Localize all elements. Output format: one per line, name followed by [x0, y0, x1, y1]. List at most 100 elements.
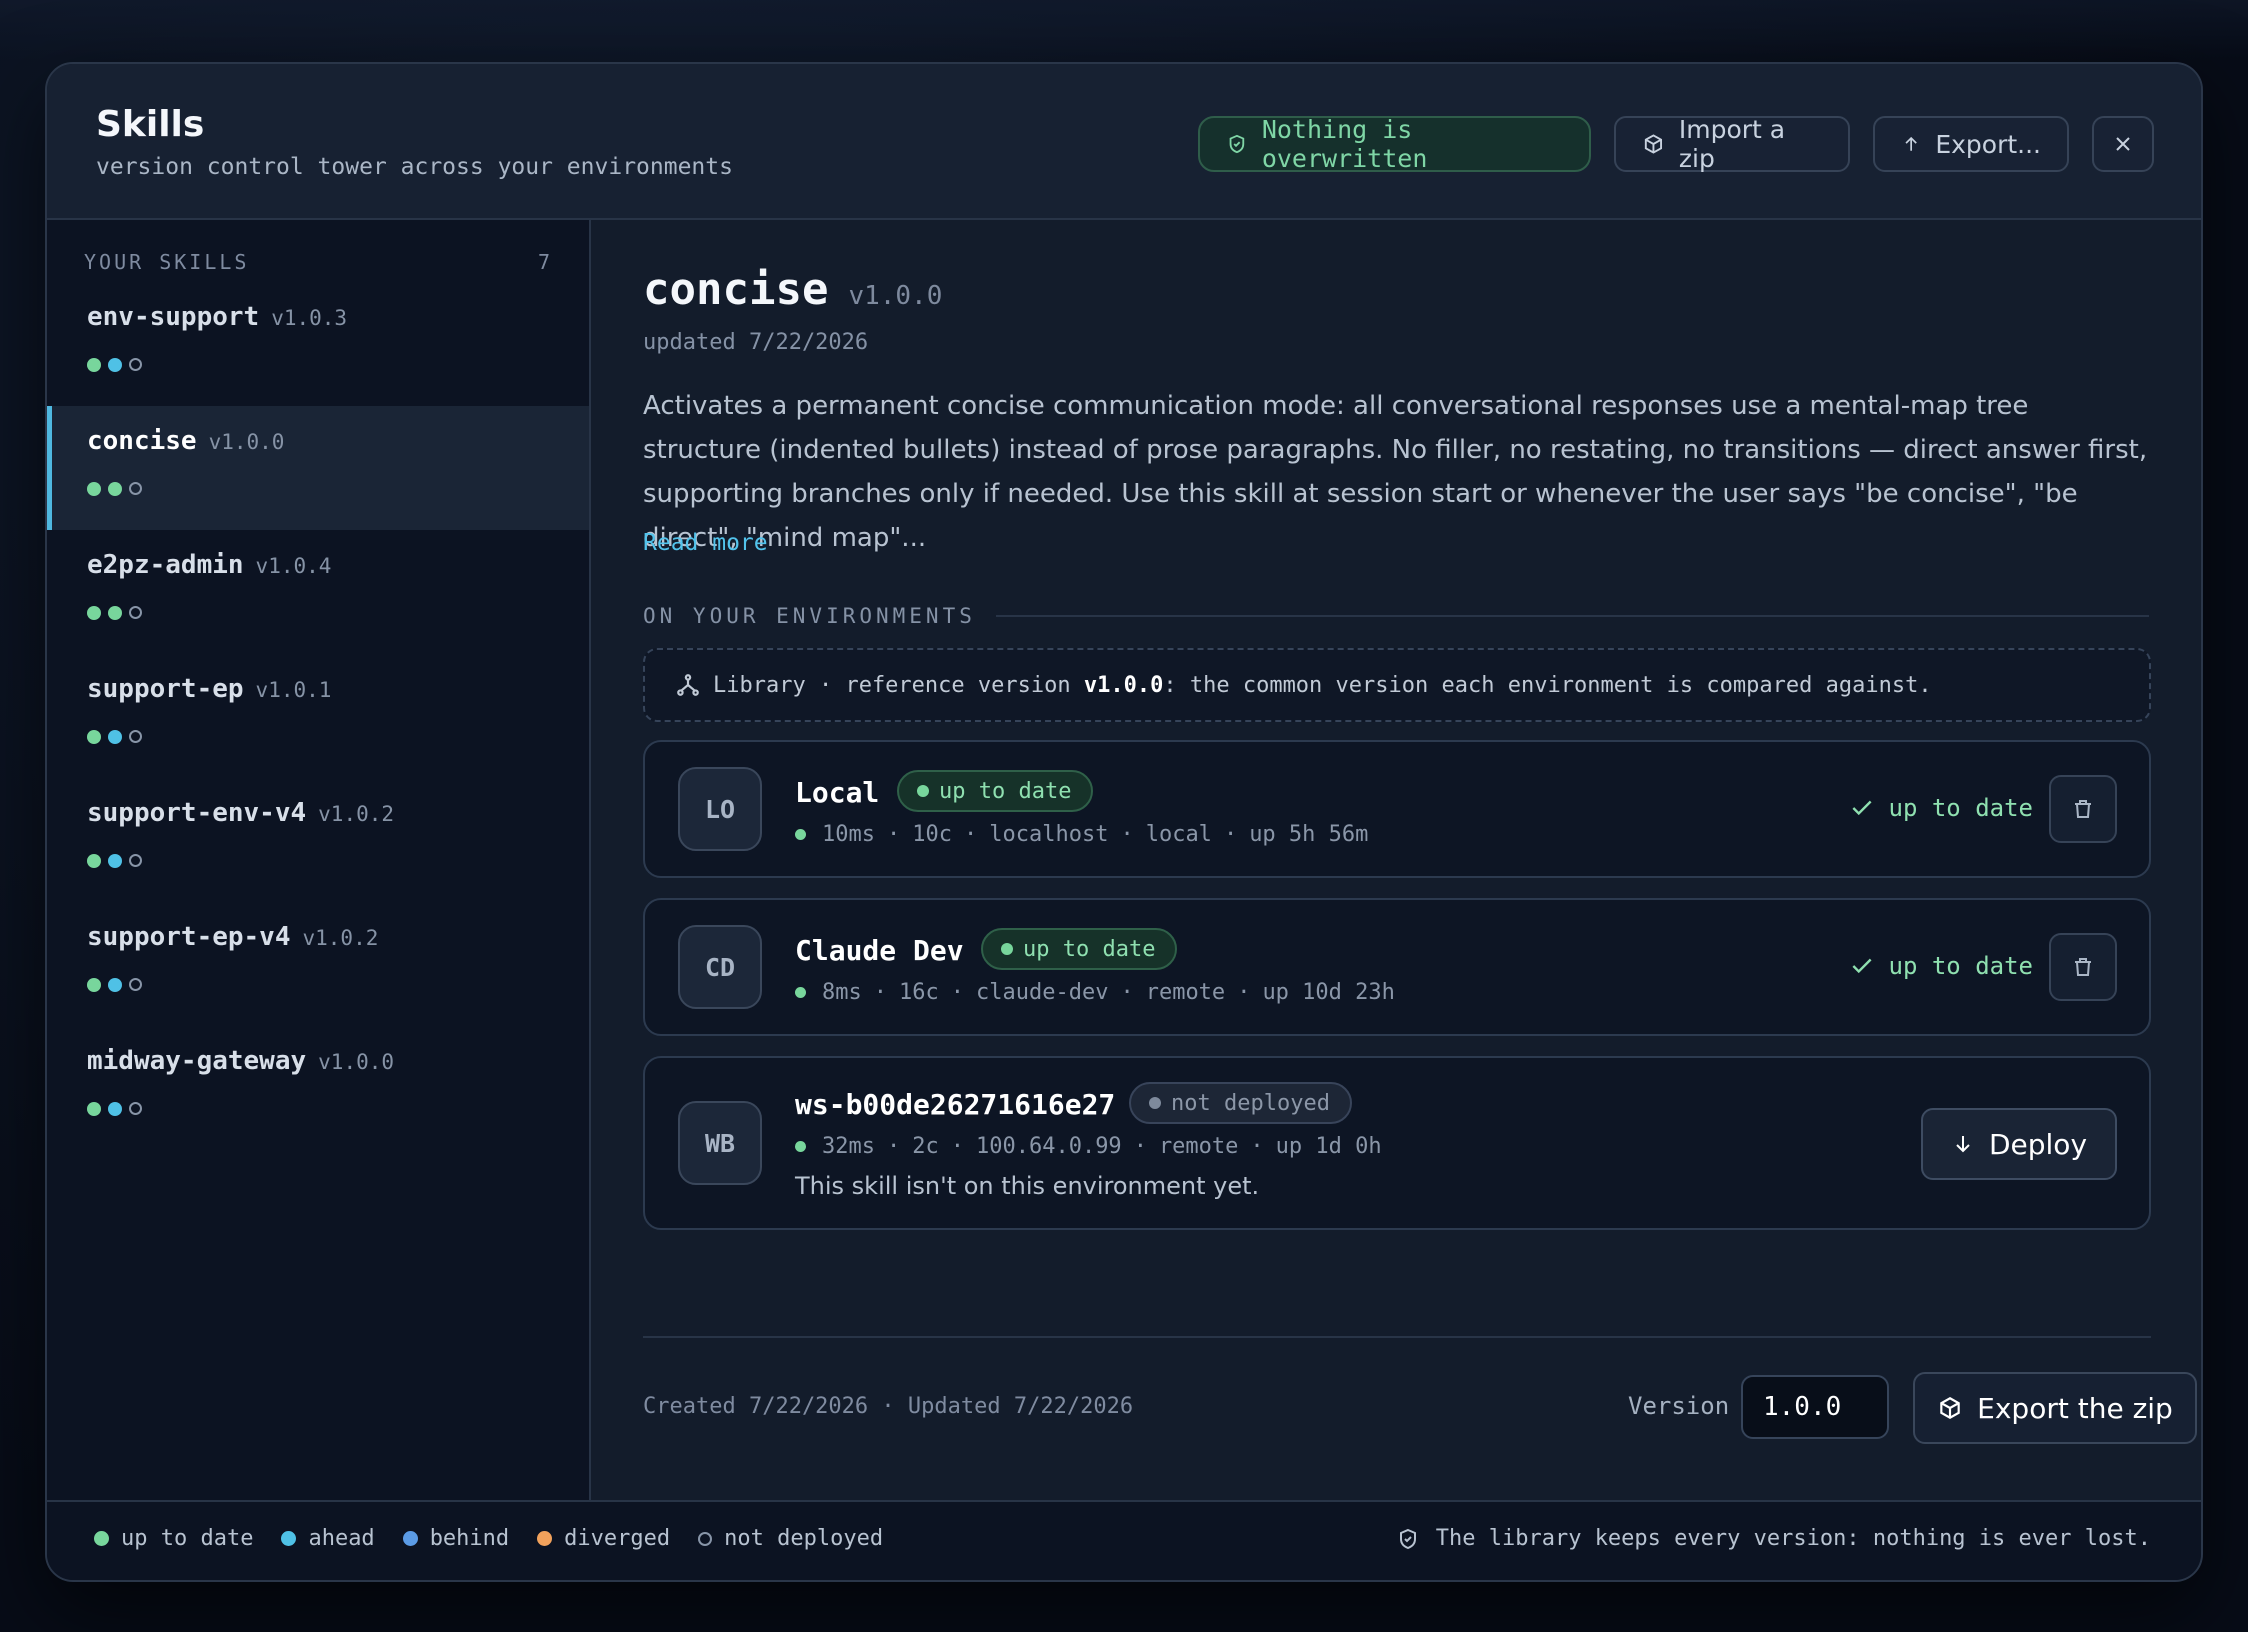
sidebar-item-e2pz-admin[interactable]: e2pz-admin v1.0.4 — [47, 530, 589, 654]
online-dot — [795, 829, 806, 840]
env-name: Local — [795, 776, 880, 809]
env-uptime: up 10d 23h — [1262, 980, 1395, 1005]
sidebar-item-env-support[interactable]: env-support v1.0.3 — [47, 282, 589, 406]
legend-label: up to date — [121, 1526, 254, 1551]
import-label: Import a zip — [1678, 115, 1786, 173]
environments-section-label: ON YOUR ENVIRONMENTS — [643, 604, 2149, 628]
status-dot — [1001, 943, 1013, 955]
skill-description: Activates a permanent concise communicat… — [643, 391, 2148, 553]
env-card-local: LO Local up to date 10ms · 10c · localhost… — [643, 740, 2151, 878]
env-meta: 32ms · 2c · 100.64.0.99 · remote · up 1d 0h — [795, 1134, 1382, 1159]
skill-version-text: v1.0.4 — [255, 554, 332, 578]
sidebar-item-support-ep[interactable]: support-ep v1.0.1 — [47, 654, 589, 778]
sync-status-label: up to date — [1888, 952, 2034, 980]
legend-dot — [94, 1531, 109, 1546]
modal-subtitle: version control tower across your enviro… — [96, 154, 733, 180]
skill-name-text: e2pz-admin — [87, 550, 244, 580]
background-app — [0, 0, 2248, 60]
detail-divider — [643, 1336, 2151, 1338]
sidebar-item-support-env-v4[interactable]: support-env-v4 v1.0.2 — [47, 778, 589, 902]
library-suffix: : the common version each environment is… — [1163, 672, 1932, 698]
env-host: claude-dev — [976, 980, 1109, 1005]
legend-item: diverged — [537, 1526, 670, 1551]
env-uptime: up 5h 56m — [1249, 822, 1369, 847]
section-label-text: ON YOUR ENVIRONMENTS — [643, 604, 976, 628]
status-dot — [108, 978, 122, 992]
legend-label: behind — [429, 1526, 510, 1551]
status-dot — [129, 978, 142, 991]
status-dot — [87, 978, 101, 992]
env-meta: 8ms · 16c · claude-dev · remote · up 10d 23h — [795, 980, 1395, 1005]
footer-note: The library keeps every version: nothing… — [1396, 1526, 2151, 1551]
env-uptime: up 1d 0h — [1275, 1134, 1382, 1159]
legend-item: up to date — [94, 1526, 253, 1551]
skill-item-name: e2pz-admin v1.0.4 — [87, 550, 331, 580]
status-dot — [87, 482, 101, 496]
deploy-label: Deploy — [1988, 1127, 2088, 1161]
library-version: v1.0.0 — [1083, 672, 1164, 698]
status-dot — [129, 1102, 142, 1115]
status-dot — [87, 854, 101, 868]
status-dot — [108, 482, 122, 496]
skill-name-text: concise — [87, 426, 197, 456]
deploy-button[interactable]: Deploy — [1921, 1108, 2117, 1180]
status-dot — [129, 358, 142, 371]
skill-name: concise — [643, 264, 829, 315]
env-message: This skill isn't on this environment yet… — [795, 1172, 1260, 1200]
env-sync-status: up to date — [1849, 794, 2033, 822]
sidebar-item-support-ep-v4[interactable]: support-ep-v4 v1.0.2 — [47, 902, 589, 1026]
env-status-pill: not deployed — [1129, 1082, 1352, 1124]
env-status-dots — [87, 854, 142, 868]
version-input[interactable]: 1.0.0 — [1741, 1375, 1889, 1439]
legend-dot — [698, 1531, 713, 1546]
env-name: ws-b00de26271616e27 — [795, 1088, 1116, 1121]
remove-from-env-button[interactable] — [2049, 933, 2117, 1001]
legend-dot — [537, 1531, 553, 1546]
export-button[interactable]: Export... — [1873, 116, 2069, 172]
env-status-dots — [87, 730, 142, 744]
modal-header: Skills version control tower across your… — [47, 64, 2201, 220]
online-dot — [795, 987, 806, 998]
env-latency: 8ms — [822, 980, 862, 1005]
status-dot — [87, 358, 101, 372]
legend-dot — [402, 1531, 418, 1546]
skill-version-text: v1.0.3 — [271, 306, 348, 330]
env-status-dots — [87, 482, 142, 496]
trash-icon — [2075, 958, 2091, 976]
env-status-pill: up to date — [981, 928, 1178, 970]
branch-icon — [677, 674, 699, 696]
read-more-link[interactable]: Read more — [643, 530, 768, 556]
skill-item-name: support-env-v4 v1.0.2 — [87, 798, 394, 828]
modal-footer: up to date ahead behind diverged not deploye… — [47, 1500, 2201, 1580]
status-legend: up to date ahead behind diverged not deploye… — [94, 1526, 883, 1551]
sidebar-item-concise[interactable]: concise v1.0.0 — [47, 406, 589, 530]
pill-label: up to date — [1023, 936, 1156, 962]
import-zip-button[interactable]: Import a zip — [1614, 115, 1850, 173]
status-dot — [129, 482, 142, 495]
skill-item-name: env-support v1.0.3 — [87, 302, 347, 332]
close-button[interactable] — [2092, 116, 2154, 172]
skill-version: v1.0.0 — [848, 281, 943, 311]
pill-label: up to date — [939, 778, 1072, 804]
skill-heading: concise v1.0.0 — [643, 264, 942, 315]
status-dot — [108, 1102, 122, 1116]
remove-from-env-button[interactable] — [2049, 775, 2117, 843]
env-card-claude-dev: CD Claude Dev up to date 8ms · 16c · claud… — [643, 898, 2151, 1036]
skills-modal: Skills version control tower across your… — [45, 62, 2203, 1582]
env-avatar: LO — [678, 767, 762, 851]
export-zip-button[interactable]: Export the zip — [1913, 1372, 2197, 1444]
export-zip-label: Export the zip — [1977, 1391, 2173, 1425]
skills-count: 7 — [537, 250, 553, 274]
skill-name-text: support-env-v4 — [87, 798, 307, 828]
sidebar-item-midway-gateway[interactable]: midway-gateway v1.0.0 — [47, 1026, 589, 1150]
status-dot — [87, 730, 101, 744]
env-type: remote — [1158, 1134, 1239, 1159]
skill-name-text: support-ep — [87, 674, 244, 704]
env-sync-status: up to date — [1849, 952, 2034, 980]
skill-version-text: v1.0.0 — [318, 1050, 395, 1074]
status-dot — [1149, 1097, 1161, 1109]
close-icon — [2116, 137, 2130, 151]
env-meta: 10ms · 10c · localhost · local · up 5h 56m — [795, 822, 1368, 847]
env-latency: 32ms — [822, 1134, 875, 1159]
arrow-down-icon — [1956, 1136, 1970, 1153]
